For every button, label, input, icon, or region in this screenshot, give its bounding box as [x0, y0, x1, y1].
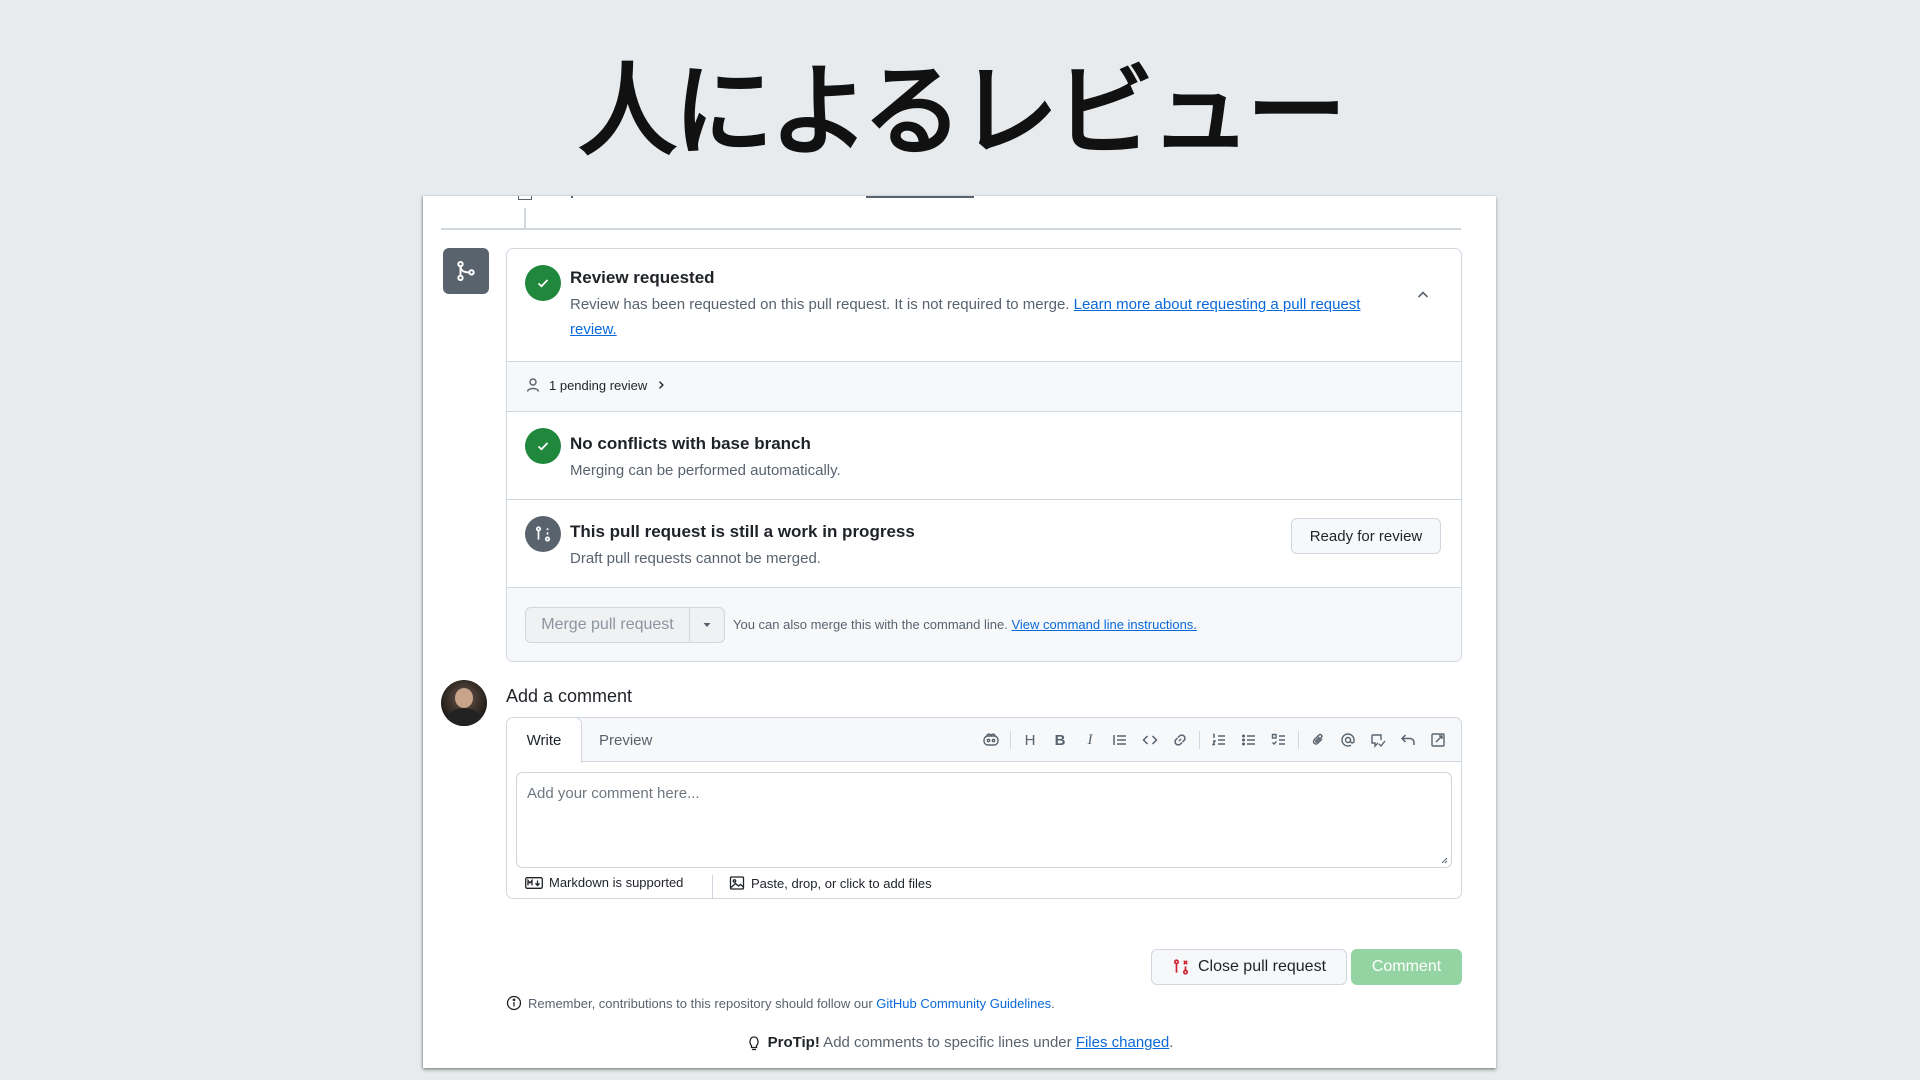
wip-title: This pull request is still a work in pro…: [570, 522, 915, 541]
check-circle-icon: [525, 265, 561, 301]
add-files-text: Paste, drop, or click to add files: [751, 875, 932, 891]
timeline-divider: [441, 228, 1461, 230]
merge-options-dropdown[interactable]: [690, 607, 725, 643]
task-list-icon[interactable]: [1264, 725, 1294, 755]
community-guidelines-link[interactable]: GitHub Community Guidelines: [876, 996, 1051, 1011]
triangle-down-icon: [703, 623, 711, 627]
markdown-icon: [525, 876, 543, 889]
command-line-note: You can also merge this with the command…: [733, 617, 1197, 632]
fullscreen-icon[interactable]: [1423, 725, 1453, 755]
review-desc-text: Review has been requested on this pull r…: [570, 296, 1074, 313]
comment-editor: Write Preview H B I Add your comment her…: [506, 717, 1462, 899]
command-line-note-text: You can also merge this with the command…: [733, 617, 1012, 632]
merge-action-section: Merge pull request You can also merge th…: [507, 588, 1461, 661]
protip-end: .: [1169, 1034, 1174, 1051]
cross-reference-icon[interactable]: [1363, 725, 1393, 755]
pending-review-toggle[interactable]: 1 pending review: [525, 377, 667, 393]
protip-text: Add comments to specific lines under: [819, 1034, 1076, 1051]
pending-review-section[interactable]: 1 pending review: [507, 362, 1461, 412]
quote-icon[interactable]: [1105, 725, 1135, 755]
remember-text: Remember, contributions to this reposito…: [528, 995, 877, 1011]
community-guidelines-note: Remember, contributions to this reposito…: [506, 995, 1055, 1011]
avatar: [441, 680, 487, 726]
no-conflicts-title: No conflicts with base branch: [570, 434, 811, 453]
image-icon: [729, 876, 745, 890]
pending-review-label: 1 pending review: [549, 377, 648, 393]
protip-note: ProTip! Add comments to specific lines u…: [423, 1034, 1496, 1051]
slide-title: 人によるレビュー: [577, 53, 1347, 170]
copilot-icon[interactable]: [976, 725, 1006, 755]
add-comment-heading: Add a comment: [506, 686, 633, 706]
merge-button-group: Merge pull request: [525, 607, 725, 643]
tab-preview[interactable]: Preview: [599, 718, 652, 762]
link-icon[interactable]: [1165, 725, 1195, 755]
merge-status-box: Review requested Review has been request…: [506, 248, 1462, 662]
close-pull-request-label: Close pull request: [1197, 958, 1327, 975]
comment-placeholder: Add your comment here...: [527, 785, 700, 802]
person-icon: [526, 378, 540, 392]
close-pull-request-button[interactable]: Close pull request: [1151, 949, 1347, 985]
resize-handle-icon[interactable]: [1440, 856, 1448, 864]
ordered-list-icon[interactable]: [1204, 725, 1234, 755]
check-circle-icon: [525, 428, 561, 464]
italic-icon[interactable]: I: [1075, 725, 1105, 755]
git-merge-icon: [443, 248, 489, 294]
no-conflicts-section: No conflicts with base branch Merging ca…: [507, 412, 1461, 500]
markdown-supported-text: Markdown is supported: [549, 875, 684, 890]
undo-icon[interactable]: [1393, 725, 1423, 755]
chevron-right-icon: [659, 381, 665, 389]
timeline-cut-row: [423, 196, 1496, 230]
protip-label: ProTip!: [767, 1034, 820, 1051]
markdown-supported-link[interactable]: Markdown is supported: [525, 875, 683, 890]
review-requested-title: Review requested: [570, 268, 715, 287]
add-files-button[interactable]: Paste, drop, or click to add files: [729, 875, 932, 891]
tab-write[interactable]: Write: [507, 718, 582, 763]
no-conflicts-desc: Merging can be performed automatically.: [570, 462, 841, 479]
merge-pull-request-button[interactable]: Merge pull request: [525, 607, 690, 643]
comment-textarea[interactable]: Add your comment here...: [516, 772, 1452, 868]
bold-icon[interactable]: B: [1045, 725, 1075, 755]
review-requested-section: Review requested Review has been request…: [507, 249, 1461, 362]
timeline-line: [524, 208, 526, 230]
markdown-toolbar: H B I: [976, 718, 1453, 762]
attachment-icon[interactable]: [1303, 725, 1333, 755]
unordered-list-icon[interactable]: [1234, 725, 1264, 755]
wip-desc: Draft pull requests cannot be merged.: [570, 550, 821, 567]
review-requested-desc: Review has been requested on this pull r…: [570, 292, 1390, 342]
editor-footer: Markdown is supported Paste, drop, or cl…: [507, 868, 1461, 898]
git-pull-request-draft-icon: [525, 516, 561, 552]
light-bulb-icon: [748, 1035, 759, 1050]
command-line-instructions-link[interactable]: View command line instructions.: [1011, 617, 1196, 632]
mention-icon[interactable]: [1333, 725, 1363, 755]
heading-icon[interactable]: H: [1015, 725, 1045, 755]
pull-request-panel: Review requested Review has been request…: [423, 196, 1496, 1068]
work-in-progress-section: This pull request is still a work in pro…: [507, 500, 1461, 588]
ready-for-review-button[interactable]: Ready for review: [1291, 518, 1441, 554]
comment-button[interactable]: Comment: [1351, 949, 1462, 985]
chevron-up-icon[interactable]: [1415, 287, 1431, 308]
editor-header: Write Preview H B I: [507, 718, 1461, 763]
remember-end: .: [1051, 995, 1055, 1011]
info-icon: [506, 995, 522, 1011]
git-pull-request-closed-icon: [1173, 959, 1188, 975]
files-changed-link[interactable]: Files changed: [1076, 1034, 1169, 1051]
code-icon[interactable]: [1135, 725, 1165, 755]
